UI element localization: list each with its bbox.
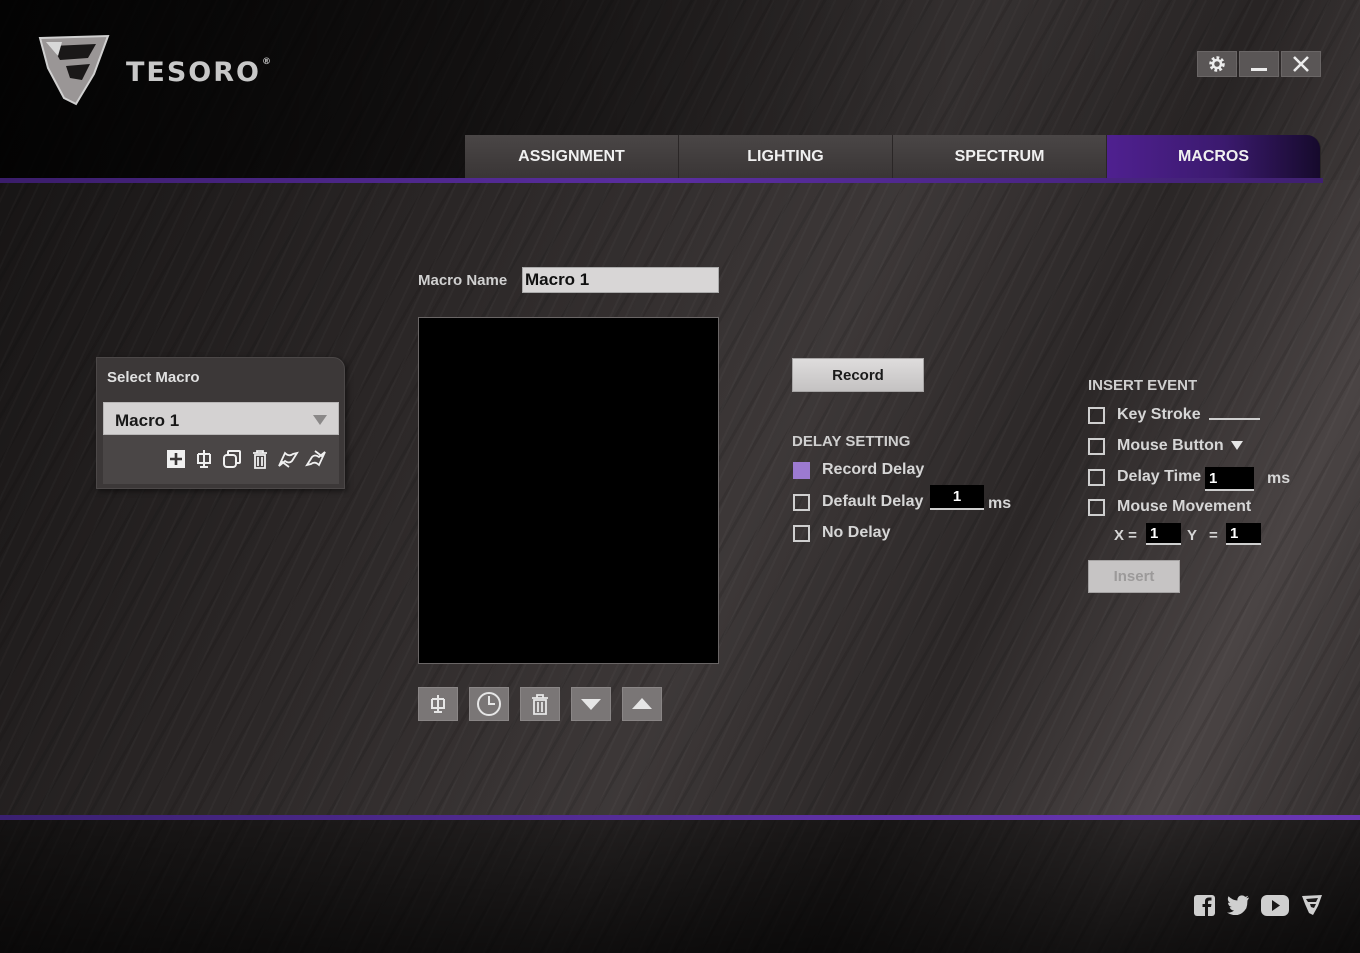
tab-label: ASSIGNMENT bbox=[518, 148, 625, 165]
tab-bar: ASSIGNMENT LIGHTING SPECTRUM MACROS bbox=[465, 135, 1321, 179]
delay-time-checkbox[interactable] bbox=[1088, 468, 1105, 486]
tab-label: LIGHTING bbox=[747, 148, 824, 165]
import-icon bbox=[278, 451, 299, 468]
select-macro-body: Macro 1 bbox=[103, 402, 339, 484]
key-stroke-field[interactable] bbox=[1209, 418, 1260, 420]
trash-icon bbox=[532, 694, 548, 715]
close-icon bbox=[1293, 56, 1309, 72]
insert-record-button[interactable] bbox=[418, 687, 458, 721]
copy-icon bbox=[223, 450, 241, 468]
select-macro-title: Select Macro bbox=[107, 369, 200, 386]
y-coordinate-label: Y bbox=[1187, 527, 1198, 544]
mouse-button-option[interactable]: Mouse Button bbox=[1088, 437, 1224, 455]
x-coordinate-label: X = bbox=[1114, 527, 1137, 544]
macro-select-dropdown[interactable]: Macro 1 bbox=[103, 402, 339, 435]
tab-label: SPECTRUM bbox=[954, 148, 1045, 165]
macro-name-label: Macro Name bbox=[418, 272, 508, 289]
social-links bbox=[1192, 893, 1324, 917]
no-delay-label: No Delay bbox=[822, 524, 891, 541]
default-delay-input[interactable] bbox=[930, 485, 984, 510]
no-delay-option[interactable]: No Delay bbox=[793, 524, 890, 542]
record-delay-option[interactable]: Record Delay bbox=[793, 461, 924, 479]
tesoro-icon bbox=[1302, 895, 1322, 915]
insert-event-title: INSERT EVENT bbox=[1088, 377, 1198, 394]
key-stroke-option[interactable]: Key Stroke bbox=[1088, 406, 1201, 424]
export-icon bbox=[305, 450, 326, 467]
youtube-icon bbox=[1261, 894, 1289, 916]
no-delay-checkbox[interactable] bbox=[793, 524, 810, 542]
y-coordinate-input[interactable] bbox=[1226, 523, 1261, 545]
mouse-movement-label: Mouse Movement bbox=[1117, 498, 1252, 515]
delete-event-button[interactable] bbox=[520, 687, 560, 721]
tab-macros[interactable]: MACROS bbox=[1107, 135, 1321, 179]
insert-icon bbox=[431, 695, 445, 713]
record-delay-checkbox[interactable] bbox=[793, 461, 810, 479]
footer bbox=[0, 820, 1360, 953]
mouse-movement-option[interactable]: Mouse Movement bbox=[1088, 498, 1251, 516]
tab-lighting[interactable]: LIGHTING bbox=[679, 135, 893, 179]
record-button[interactable]: Record bbox=[792, 358, 924, 392]
key-stroke-label: Key Stroke bbox=[1117, 406, 1201, 423]
add-macro-button[interactable] bbox=[165, 448, 187, 470]
mouse-button-dropdown-icon[interactable] bbox=[1230, 440, 1244, 451]
tesoro-link[interactable] bbox=[1300, 893, 1324, 917]
tesoro-logo-icon bbox=[38, 34, 110, 106]
chevron-down-icon bbox=[313, 415, 327, 425]
delay-time-option[interactable]: Delay Time bbox=[1088, 468, 1201, 486]
default-delay-checkbox[interactable] bbox=[793, 493, 810, 511]
tab-underline bbox=[0, 178, 1323, 183]
add-icon bbox=[167, 450, 185, 468]
twitter-link[interactable] bbox=[1226, 893, 1250, 917]
clock-icon bbox=[477, 692, 501, 716]
brand-name: TESORO® bbox=[126, 57, 274, 88]
delay-time-input[interactable] bbox=[1205, 467, 1254, 491]
event-list-toolbar bbox=[418, 687, 662, 721]
delay-time-label: Delay Time bbox=[1117, 468, 1202, 485]
gear-icon bbox=[1209, 56, 1225, 72]
tab-spectrum[interactable]: SPECTRUM bbox=[893, 135, 1107, 179]
delay-time-unit: ms bbox=[1267, 470, 1291, 487]
copy-macro-button[interactable] bbox=[221, 448, 243, 470]
default-delay-unit: ms bbox=[988, 495, 1012, 512]
import-macro-button[interactable] bbox=[277, 448, 299, 470]
mouse-button-checkbox[interactable] bbox=[1088, 437, 1105, 455]
x-coordinate-input[interactable] bbox=[1146, 523, 1181, 545]
move-down-button[interactable] bbox=[571, 687, 611, 721]
insert-delay-button[interactable] bbox=[469, 687, 509, 721]
tab-label: MACROS bbox=[1177, 148, 1250, 165]
mouse-button-label: Mouse Button bbox=[1117, 437, 1224, 454]
key-stroke-checkbox[interactable] bbox=[1088, 406, 1105, 424]
record-macro-button[interactable] bbox=[193, 448, 215, 470]
delay-setting-title: DELAY SETTING bbox=[792, 433, 911, 450]
tab-assignment[interactable]: ASSIGNMENT bbox=[465, 135, 679, 179]
macros-window: TESORO® ASSIGNMENT LIGHTING SPECTRUM MAC… bbox=[0, 0, 1360, 953]
move-down-icon bbox=[581, 699, 601, 710]
insert-button[interactable]: Insert bbox=[1088, 560, 1180, 593]
move-up-icon bbox=[632, 698, 652, 709]
twitter-icon bbox=[1227, 895, 1249, 915]
youtube-link[interactable] bbox=[1260, 893, 1290, 917]
macro-name-input[interactable] bbox=[522, 267, 719, 293]
facebook-icon bbox=[1193, 894, 1215, 916]
select-macro-panel: Select Macro Macro 1 bbox=[96, 357, 345, 489]
macro-toolbar bbox=[165, 448, 327, 470]
macro-event-list[interactable] bbox=[418, 317, 719, 664]
minimize-button[interactable] bbox=[1239, 51, 1279, 77]
settings-button[interactable] bbox=[1197, 51, 1237, 77]
facebook-link[interactable] bbox=[1192, 893, 1216, 917]
record-macro-icon bbox=[197, 450, 211, 468]
export-macro-button[interactable] bbox=[305, 448, 327, 470]
delete-macro-button[interactable] bbox=[249, 448, 271, 470]
default-delay-option[interactable]: Default Delay bbox=[793, 493, 923, 511]
move-up-button[interactable] bbox=[622, 687, 662, 721]
window-controls bbox=[1197, 51, 1321, 77]
mouse-movement-checkbox[interactable] bbox=[1088, 498, 1105, 516]
minimize-icon bbox=[1251, 68, 1267, 71]
macro-select-value: Macro 1 bbox=[115, 411, 180, 430]
default-delay-label: Default Delay bbox=[822, 493, 924, 510]
y-equals-sign: = bbox=[1209, 527, 1218, 544]
record-delay-label: Record Delay bbox=[822, 461, 925, 478]
close-button[interactable] bbox=[1281, 51, 1321, 77]
delete-icon bbox=[253, 450, 267, 469]
